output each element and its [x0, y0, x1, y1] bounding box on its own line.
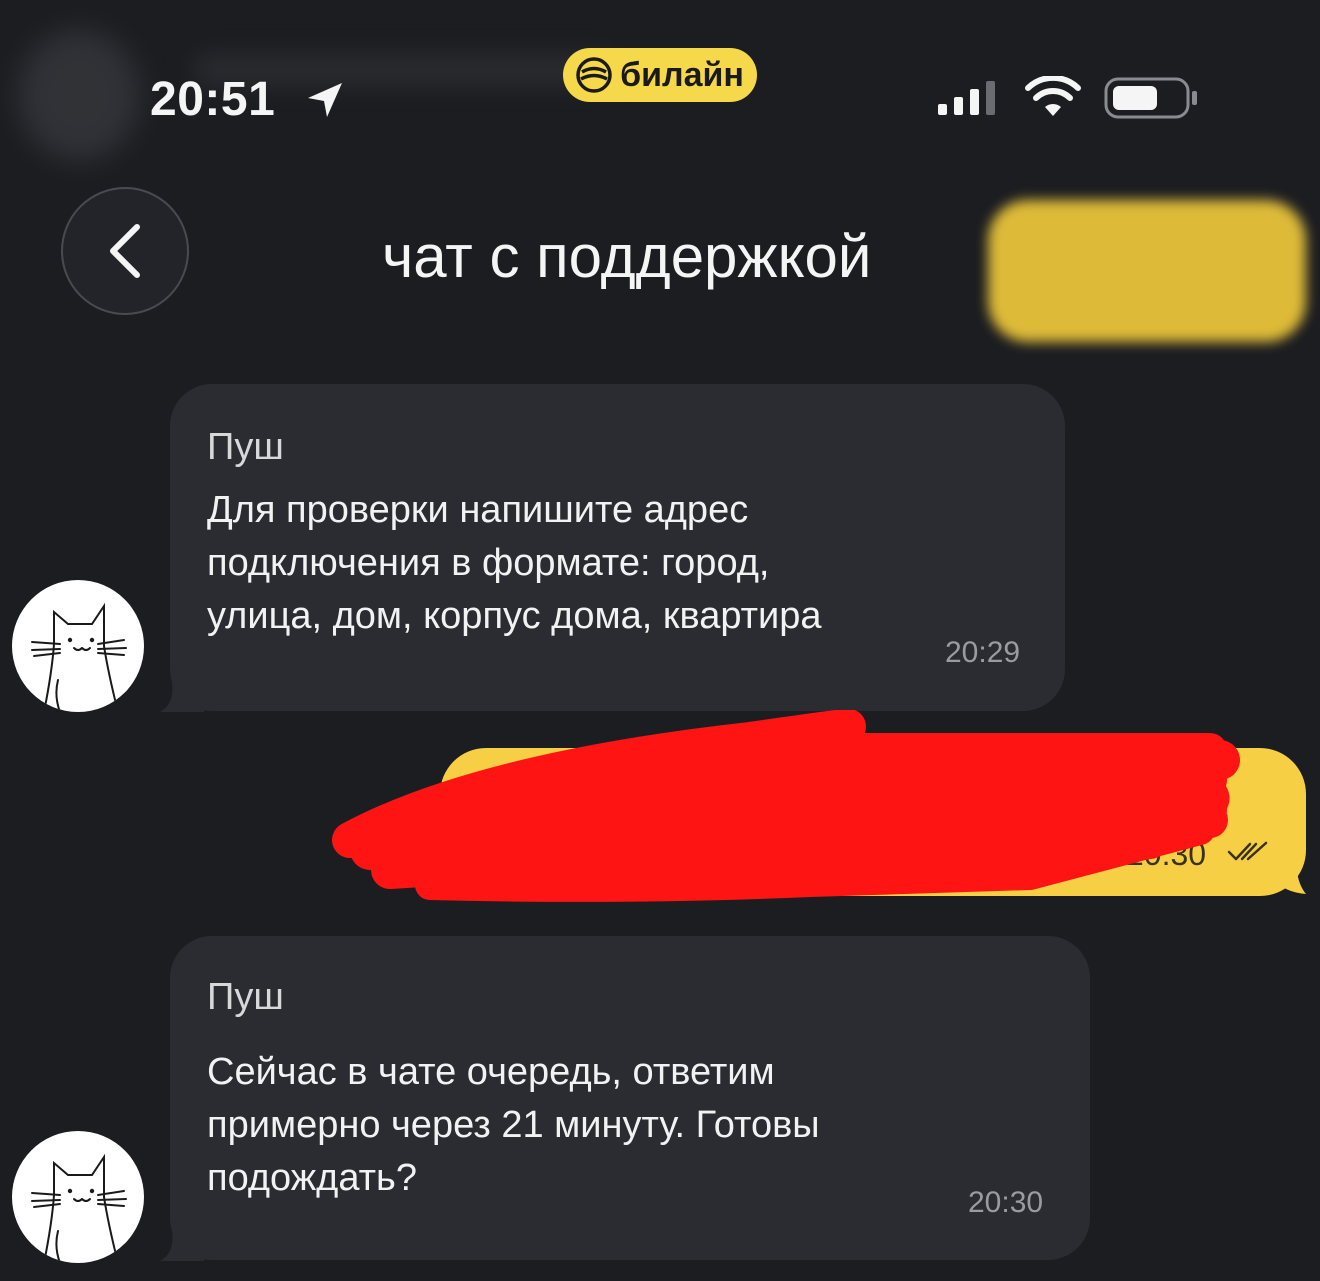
wifi-icon — [1025, 76, 1081, 116]
avatar — [12, 580, 144, 712]
carrier-name: билайн — [620, 55, 744, 94]
chevron-left-icon — [110, 224, 140, 278]
location-arrow-icon — [308, 83, 342, 117]
bubble-tail — [160, 672, 204, 712]
message-text: Сейчас в чате очередь, ответим примерно … — [207, 1051, 820, 1199]
incoming-message-bubble: Пуш Сейчас в чате очередь, ответим приме… — [170, 936, 1090, 1260]
sender-name: Пуш — [207, 976, 284, 1018]
bubble-tail — [160, 1221, 204, 1261]
carrier-badge: билайн — [563, 48, 757, 102]
page-title: чат с поддержкой — [382, 223, 872, 290]
cat-avatar-icon — [31, 602, 127, 712]
back-button[interactable] — [61, 187, 189, 315]
blurred-outgoing-bubble — [988, 200, 1306, 342]
incoming-message-bubble: Пуш Для проверки напишите адрес подключе… — [170, 384, 1065, 711]
cat-avatar-icon — [31, 1153, 127, 1263]
battery-icon — [1104, 77, 1197, 119]
message-text: Для проверки напишите адрес подключения … — [207, 489, 822, 637]
message-time: 20:30 — [968, 1186, 1044, 1219]
message-time: 20:29 — [945, 636, 1021, 669]
sender-name: Пуш — [207, 426, 284, 468]
bubble-tail — [1270, 846, 1306, 894]
beeline-logo-icon — [576, 57, 612, 93]
status-time: 20:51 — [150, 73, 276, 126]
redaction-scribble — [332, 710, 1240, 902]
avatar — [12, 1131, 144, 1263]
blurred-background-avatar — [18, 30, 140, 160]
signal-icon — [938, 81, 995, 115]
